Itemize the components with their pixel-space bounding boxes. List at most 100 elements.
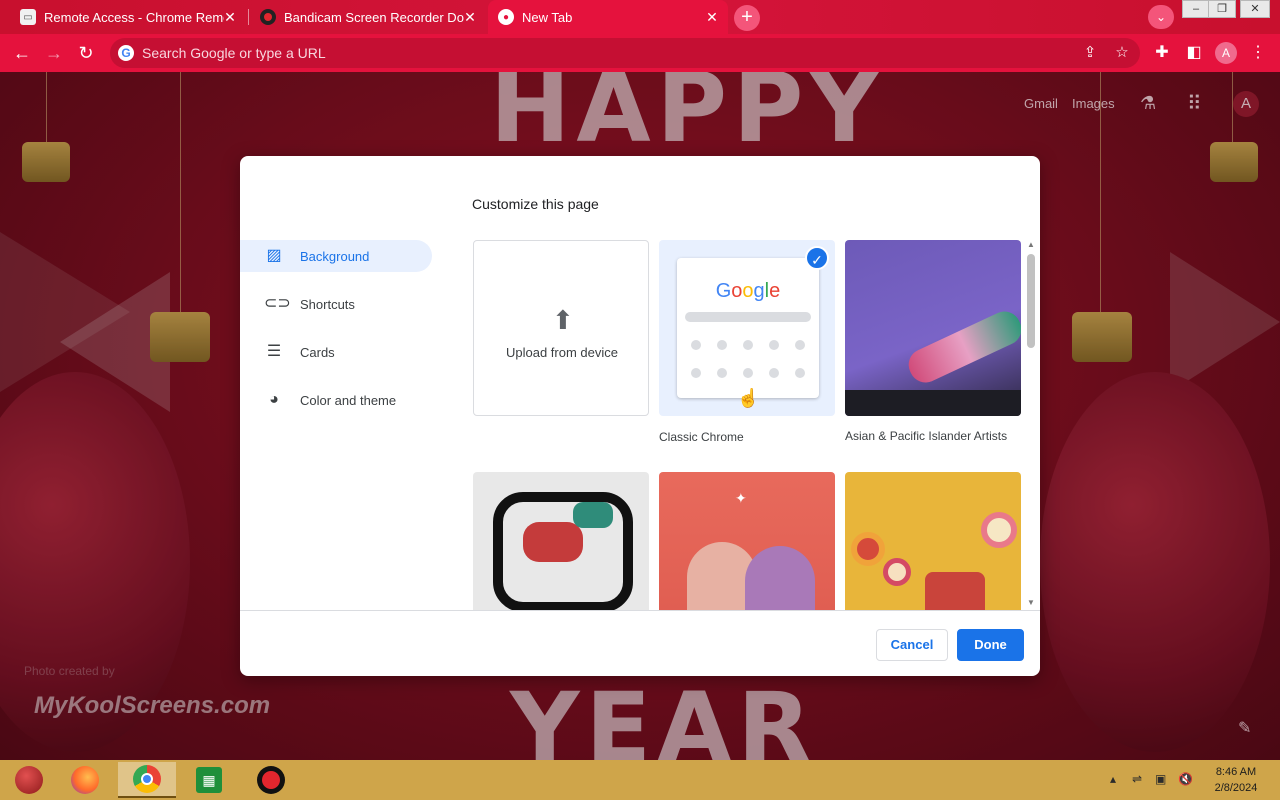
background-tile-grid: ⬆ Upload from device Google ✓ ☝ Classic … [473, 240, 1023, 610]
bookmark-star-icon[interactable]: ☆ [1110, 38, 1134, 68]
upload-from-device-tile[interactable]: ⬆ Upload from device [473, 240, 649, 416]
omnibox-placeholder[interactable]: Search Google or type a URL [142, 45, 326, 61]
share-icon[interactable]: ⇪ [1078, 38, 1102, 68]
menu-kebab-icon[interactable]: ⋮ [1246, 41, 1270, 65]
classic-chrome-tile[interactable]: Google ✓ ☝ [659, 240, 835, 416]
preview-shortcut-dot [769, 368, 779, 378]
customize-dialog: Customize this page ▨ Background ⊂⊃ Shor… [240, 156, 1040, 676]
restore-button[interactable]: ❐ [1208, 0, 1236, 18]
chrome-icon: ● [498, 9, 514, 25]
menu-item-label: Background [300, 248, 370, 264]
close-window-button[interactable]: ✕ [1240, 0, 1270, 18]
preview-shortcut-dot [743, 340, 753, 350]
artwork-ground [845, 390, 1021, 416]
image-icon: ▨ [266, 247, 282, 264]
remote-desktop-icon: ▭ [20, 9, 36, 25]
hand-cursor-icon: ☝ [737, 388, 760, 408]
new-tab-button[interactable]: + [734, 5, 760, 31]
preview-shortcut-dot [717, 340, 727, 350]
firefox-icon [71, 766, 99, 794]
done-button[interactable]: Done [957, 629, 1024, 661]
link-icon: ⊂⊃ [264, 295, 291, 312]
google-g-icon: G [118, 45, 134, 61]
menu-item-color-theme[interactable]: ◕ Color and theme [240, 384, 432, 416]
menu-item-cards[interactable]: ☰ Cards [240, 336, 432, 368]
tab-title: New Tab [522, 9, 573, 25]
palette-icon: ◕ [269, 391, 279, 408]
tab-new-tab[interactable]: ● New Tab ✕ [488, 0, 728, 34]
selected-checkmark-icon: ✓ [805, 246, 829, 270]
scroll-down-icon[interactable]: ▼ [1024, 598, 1038, 610]
reload-icon[interactable]: ↻ [74, 41, 98, 65]
start-button[interactable] [0, 762, 58, 798]
chrome-icon [133, 765, 161, 793]
taskbar-firefox[interactable] [56, 762, 114, 798]
aapi-artists-label: Asian & Pacific Islander Artists [845, 429, 1008, 443]
dialog-title: Customize this page [472, 196, 599, 212]
artwork-dragon [903, 306, 1021, 388]
tray-usb-icon[interactable]: ⇌ [1132, 772, 1142, 786]
tray-overflow-icon[interactable]: ▴ [1110, 772, 1116, 786]
tiles-scrollbar[interactable]: ▲ ▼ [1024, 240, 1038, 610]
close-tab-icon[interactable]: ✕ [462, 9, 478, 25]
tab-bandicam[interactable]: Bandicam Screen Recorder Down ✕ [250, 0, 486, 34]
dialog-footer: Cancel Done [240, 610, 1040, 676]
extensions-puzzle-icon[interactable]: ✚ [1150, 41, 1174, 65]
preview-shortcut-dot [691, 340, 701, 350]
preview-shortcut-dot [769, 340, 779, 350]
flowers-art-tile[interactable] [845, 472, 1021, 610]
store-icon: ▦ [196, 767, 222, 793]
upload-arrow-icon: ⬆ [552, 305, 574, 335]
volume-muted-icon[interactable]: 🔇 [1178, 772, 1193, 786]
windows-taskbar: ▦ ▴ ⇌ ▣ 🔇 8:46 AM 2/8/2024 [0, 760, 1280, 800]
forward-arrow-icon[interactable]: → [42, 41, 66, 65]
network-icon[interactable]: ▣ [1155, 772, 1166, 786]
scroll-thumb[interactable] [1027, 254, 1035, 348]
scroll-up-icon[interactable]: ▲ [1024, 240, 1038, 252]
preview-shortcut-dot [691, 368, 701, 378]
profile-avatar[interactable]: A [1215, 42, 1237, 64]
artwork-flower [981, 512, 1017, 548]
taskbar-chrome[interactable] [118, 762, 176, 798]
menu-item-label: Cards [300, 344, 335, 360]
google-logo: Google [715, 280, 781, 302]
close-tab-icon[interactable]: ✕ [704, 9, 720, 25]
friends-art-tile[interactable]: ✦ [659, 472, 835, 610]
browser-toolbar: ← → ↻ G Search Google or type a URL ⇪ ☆ … [0, 34, 1280, 72]
classic-preview-card: Google [677, 258, 819, 398]
bandicam-record-icon [257, 766, 285, 794]
back-arrow-icon[interactable]: ← [10, 41, 34, 65]
clock-time: 8:46 AM [1215, 766, 1257, 778]
menu-item-label: Shortcuts [300, 296, 355, 312]
preview-search-bar [685, 312, 811, 322]
preview-shortcut-dot [795, 368, 805, 378]
minimize-button[interactable]: – [1182, 0, 1210, 18]
taskbar-store[interactable]: ▦ [180, 762, 238, 798]
side-panel-icon[interactable]: ◧ [1182, 41, 1206, 65]
tab-divider [248, 9, 249, 25]
tab-title: Bandicam Screen Recorder Down [284, 9, 464, 25]
taskbar-clock[interactable]: 8:46 AM 2/8/2024 [1208, 764, 1264, 796]
tab-remote-access[interactable]: ▭ Remote Access - Chrome Remote ✕ [10, 0, 246, 34]
artwork-flower [851, 532, 885, 566]
omnibox[interactable]: G Search Google or type a URL ⇪ ☆ [110, 38, 1140, 68]
menu-item-background[interactable]: ▨ Background [240, 240, 432, 272]
artwork-figure [745, 546, 815, 610]
artwork-flower [883, 558, 911, 586]
tab-strip: ▭ Remote Access - Chrome Remote ✕ Bandic… [0, 0, 1280, 34]
preview-shortcut-dot [795, 340, 805, 350]
native-art-tile[interactable] [473, 472, 649, 610]
upload-label: Upload from device [506, 345, 618, 360]
tab-search-icon[interactable]: ⌄ [1148, 5, 1174, 29]
clock-date: 2/8/2024 [1214, 782, 1258, 794]
menu-item-label: Color and theme [300, 392, 397, 408]
sparkle-icon: ✦ [735, 490, 747, 506]
cards-icon: ☰ [266, 343, 282, 360]
menu-item-shortcuts[interactable]: ⊂⊃ Shortcuts [240, 288, 432, 320]
cancel-button[interactable]: Cancel [876, 629, 948, 661]
tab-title: Remote Access - Chrome Remote [44, 9, 224, 25]
aapi-artists-tile[interactable] [845, 240, 1021, 416]
artwork-teal-shape [573, 502, 613, 528]
close-tab-icon[interactable]: ✕ [222, 9, 238, 25]
taskbar-bandicam[interactable] [242, 762, 300, 798]
